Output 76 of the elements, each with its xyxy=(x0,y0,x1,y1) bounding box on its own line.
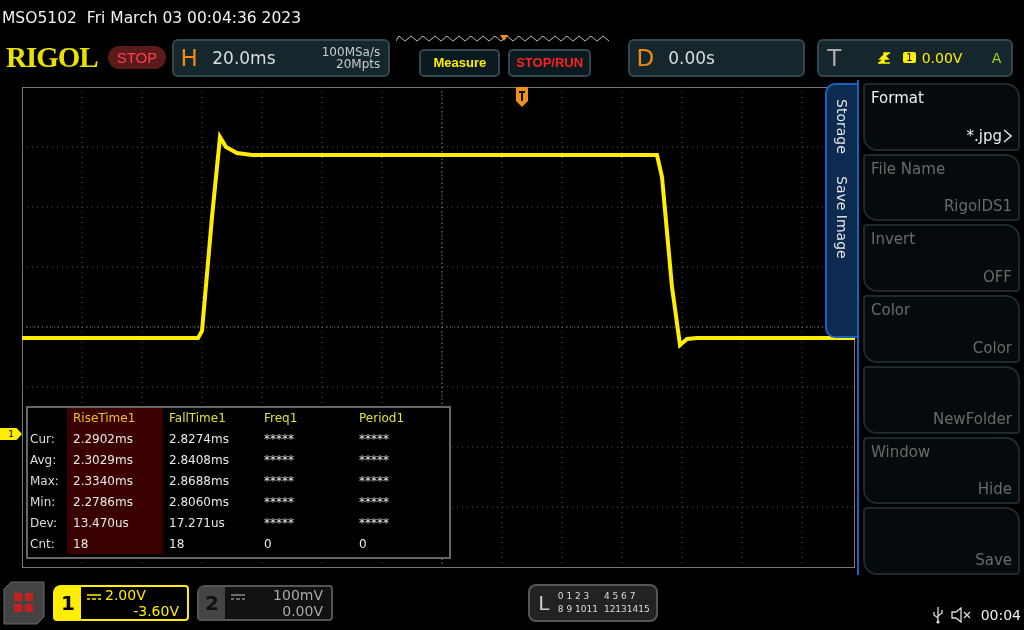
dc-coupling-icon xyxy=(231,593,245,600)
logic-label: L xyxy=(537,590,551,615)
logo: RIGOL xyxy=(6,41,98,74)
rising-edge-icon xyxy=(877,50,892,65)
channel-panel[interactable]: 1 2.00V -3.60V xyxy=(53,584,189,621)
logic-panel[interactable]: L 0 1 2 3 4 5 6 7 8 9 1011 12131415 xyxy=(527,583,658,622)
table-cell-text: 2.8274ms xyxy=(168,430,230,448)
table-cell-text: 0 xyxy=(358,535,368,553)
clock: 00:04 xyxy=(980,607,1021,623)
row-label: Cnt: xyxy=(29,536,56,551)
table-cell-text: 2.8060ms xyxy=(168,493,230,511)
table-cell-text: ***** xyxy=(263,493,295,511)
menu-item[interactable]: Format *.jpg xyxy=(863,83,1020,151)
delay-value: 0.00s xyxy=(668,47,715,68)
column-header[interactable]: Freq1 xyxy=(258,408,353,428)
row-label: Max: xyxy=(29,473,60,488)
sample-rate: 100MSa/s xyxy=(321,45,381,58)
menu-tab[interactable]: Save Image xyxy=(834,175,850,259)
table-cell-text: ***** xyxy=(263,514,295,532)
table-cell-text: ***** xyxy=(358,493,390,511)
usb-icon xyxy=(932,606,943,624)
row-label: Min: xyxy=(29,494,57,509)
table-cell-text: ***** xyxy=(358,451,390,469)
model-name: MSO5102 xyxy=(2,8,77,27)
table-cell-text: ***** xyxy=(358,472,390,490)
channel-offset: -3.60V xyxy=(133,602,179,619)
measure-button[interactable]: Measure xyxy=(419,48,501,77)
column-header[interactable]: Period1 xyxy=(353,408,448,428)
table-cell: 18 xyxy=(67,533,163,554)
table-cell-text: 2.8408ms xyxy=(168,451,230,469)
trigger-label: T xyxy=(826,44,843,71)
channel-scale: 100mV xyxy=(273,586,323,603)
table-cell-text: ***** xyxy=(263,472,295,490)
table-cell-text: ***** xyxy=(263,451,295,469)
channel-scale: 2.00V xyxy=(105,586,146,603)
timebase-value: 20.0ms xyxy=(212,47,276,68)
trigger-panel[interactable]: T 1 0.00V A xyxy=(817,38,1014,77)
row-label: Avg: xyxy=(29,452,58,467)
channel-offset: 0.00V xyxy=(282,602,323,619)
table-cell-text: 2.8688ms xyxy=(168,472,230,490)
table-cell: 2.2786ms xyxy=(67,491,163,512)
dc-coupling-icon xyxy=(87,593,101,600)
table-cell-text: 17.271us xyxy=(168,514,226,532)
delay-panel[interactable]: D 0.00s xyxy=(628,38,806,77)
app-menu-icon[interactable] xyxy=(3,580,45,625)
menu-tab[interactable]: Storage xyxy=(834,99,850,154)
column-header[interactable]: FallTime1 xyxy=(163,408,258,428)
date-time: Fri March 03 00:04:36 2023 xyxy=(86,8,302,27)
table-cell-text: 0 xyxy=(263,535,273,553)
chevron-icon xyxy=(1003,128,1012,143)
horizontal-panel[interactable]: H 20.0ms 100MSa/s 20Mpts xyxy=(172,38,391,77)
logic-bit-group: 12131415 xyxy=(603,602,650,616)
logic-bit-group: 8 9 1011 xyxy=(557,602,598,616)
row-label: Cur: xyxy=(29,431,56,446)
logic-bit-group: 4 5 6 7 xyxy=(603,589,650,603)
trigger-source: 1 xyxy=(903,52,916,63)
table-cell-text: ***** xyxy=(358,430,390,448)
delay-label: D xyxy=(635,44,656,71)
trigger-mode: A xyxy=(991,49,1002,66)
table-cell: 13.470us xyxy=(67,512,163,533)
memory-depth: 20Mpts xyxy=(336,57,381,70)
stop-run-button[interactable]: STOP/RUN xyxy=(508,48,592,77)
row-label: Dev: xyxy=(29,515,59,530)
table-cell: 2.3340ms xyxy=(67,470,163,491)
table-cell-text: ***** xyxy=(263,430,295,448)
run-state-badge: STOP xyxy=(107,46,167,69)
table-cell: 2.3029ms xyxy=(67,449,163,470)
column-header[interactable]: RiseTime1 xyxy=(67,408,163,428)
table-cell: 2.2902ms xyxy=(67,428,163,449)
channel-number: 1 xyxy=(55,586,81,619)
trigger-level: 0.00V xyxy=(921,49,963,66)
channel-offset-marker[interactable]: 1 xyxy=(0,428,22,440)
table-cell-text: 18 xyxy=(168,535,186,553)
table-cell-text: ***** xyxy=(358,514,390,532)
horizontal-label: H xyxy=(179,44,199,71)
logic-bit-group: 0 1 2 3 xyxy=(557,589,598,603)
